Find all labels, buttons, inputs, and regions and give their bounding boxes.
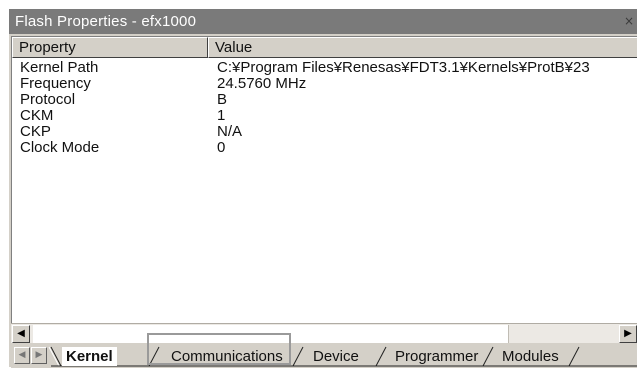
tab-kernel[interactable]: Kernel	[62, 347, 117, 366]
property-value: N/A	[217, 123, 243, 140]
tab-device[interactable]: Device	[313, 347, 359, 366]
property-value: B	[217, 91, 228, 108]
tab-strip: ◀ ▶ Kernel Communications Device Program…	[11, 345, 637, 368]
title-bar[interactable]: Flash Properties - efx1000 ×	[9, 9, 637, 34]
property-value: 24.5760 MHz	[217, 75, 307, 92]
list-row-frequency[interactable]: Frequency 24.5760 MHz	[12, 76, 637, 92]
property-name: CKP	[20, 123, 51, 140]
flash-properties-window: Flash Properties - efx1000 × Property Va…	[8, 8, 637, 368]
tab-programmer[interactable]: Programmer	[395, 347, 478, 366]
property-name: Protocol	[20, 91, 76, 108]
property-name: CKM	[20, 107, 54, 124]
list-row-protocol[interactable]: Protocol B	[12, 92, 637, 108]
properties-list[interactable]: Property Value Kernel Path C:¥Program Fi…	[11, 36, 637, 323]
scroll-left-icon[interactable]: ◀	[12, 325, 30, 343]
tab-modules[interactable]: Modules	[502, 347, 559, 366]
close-icon[interactable]: ×	[622, 14, 636, 28]
list-row-ckp[interactable]: CKP N/A	[12, 124, 637, 140]
property-name: Kernel Path	[20, 59, 99, 76]
list-header: Property Value	[12, 37, 637, 59]
property-value: 0	[217, 139, 226, 156]
column-header-value[interactable]: Value	[208, 37, 637, 58]
property-name: Clock Mode	[20, 139, 100, 156]
tab-communications[interactable]: Communications	[171, 347, 283, 366]
property-value: 1	[217, 107, 226, 124]
list-row-ckm[interactable]: CKM 1	[12, 108, 637, 124]
list-row-clock-mode[interactable]: Clock Mode 0	[12, 140, 637, 156]
property-value: C:¥Program Files¥Renesas¥FDT3.1¥Kernels¥…	[217, 59, 590, 76]
window-title: Flash Properties - efx1000	[15, 13, 197, 30]
scrollbar-thumb[interactable]	[33, 325, 509, 343]
list-row-kernel-path[interactable]: Kernel Path C:¥Program Files¥Renesas¥FDT…	[12, 60, 637, 76]
scroll-right-icon[interactable]: ▶	[619, 325, 637, 343]
column-header-property[interactable]: Property	[12, 37, 208, 58]
horizontal-scrollbar[interactable]: ◀ ▶	[11, 323, 637, 343]
property-name: Frequency	[20, 75, 91, 92]
